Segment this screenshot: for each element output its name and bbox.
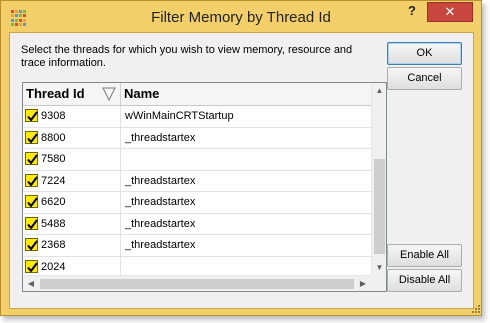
thread-name-cell: _threadstartex [125, 174, 196, 187]
thread-name-cell: _threadstartex [125, 239, 196, 251]
thread-id-text: 7580 [41, 153, 66, 165]
thread-id-cell: 8800 [23, 127, 121, 149]
scroll-corner [371, 275, 386, 291]
thread-checkbox[interactable] [25, 173, 38, 187]
thread-checkbox[interactable] [25, 152, 38, 165]
thread-id-cell: 5488 [23, 213, 121, 235]
check-icon [27, 132, 38, 144]
table-row[interactable]: 7580 [23, 149, 371, 171]
thread-checkbox[interactable] [25, 216, 38, 230]
thread-name-cell: _threadstartex [125, 217, 196, 230]
thread-name-cell: wWinMainCRTStartup [125, 110, 234, 122]
thread-id-text: 9308 [41, 110, 66, 122]
thread-checkbox[interactable] [25, 109, 38, 122]
column-header-thread-id[interactable]: Thread Id [23, 83, 121, 105]
thread-checkbox[interactable] [25, 238, 38, 251]
horizontal-scroll-thumb[interactable] [40, 279, 354, 289]
grid-rows: 9308 wWinMainCRTStartup 8800 _threadstartex… [23, 106, 371, 278]
table-row[interactable]: 5488 _threadstartex [23, 213, 371, 235]
disable-all-button[interactable]: Disable All [387, 269, 462, 292]
vertical-scrollbar[interactable]: ▲ ▼ [371, 83, 386, 275]
vertical-scroll-thumb[interactable] [374, 159, 385, 254]
check-icon [27, 197, 38, 208]
filter-dialog: Filter Memory by Thread Id ? ✕ Select th… [0, 0, 482, 316]
thread-checkbox[interactable] [25, 130, 38, 144]
scroll-up-arrow-icon[interactable]: ▲ [372, 83, 386, 98]
thread-id-text: 5488 [41, 217, 66, 230]
thread-checkbox[interactable] [25, 195, 38, 208]
help-button[interactable]: ? [399, 2, 425, 22]
table-row[interactable]: 7224 _threadstartex [23, 170, 371, 192]
close-button[interactable]: ✕ [427, 2, 473, 22]
dialog-client-area: Select the threads for which you wish to… [9, 32, 474, 309]
thread-id-text: 8800 [41, 131, 66, 144]
table-row[interactable]: 8800 _threadstartex [23, 127, 371, 149]
instructions-text: Select the threads for which you wish to… [21, 44, 353, 69]
title-bar[interactable]: Filter Memory by Thread Id ? ✕ [1, 1, 481, 33]
check-icon [27, 154, 38, 165]
cancel-button[interactable]: Cancel [387, 67, 462, 90]
scroll-left-arrow-icon[interactable]: ◀ [23, 276, 39, 291]
column-header-label: Name [124, 86, 160, 101]
enable-all-button[interactable]: Enable All [387, 244, 462, 267]
table-row[interactable]: 2368 _threadstartex [23, 235, 371, 257]
thread-name-cell [121, 149, 371, 170]
check-icon [27, 218, 38, 230]
ok-button[interactable]: OK [387, 42, 462, 65]
thread-id-cell: 7224 [23, 170, 121, 192]
column-header-label: Thread Id [26, 86, 85, 101]
thread-name-cell: _threadstartex [125, 196, 196, 208]
check-icon [27, 240, 38, 251]
column-header-name[interactable]: Name [121, 83, 371, 105]
thread-grid[interactable]: Thread Id Name 9308 wWinMainCRTStartup 880… [22, 82, 387, 292]
thread-id-text: 7224 [41, 174, 66, 187]
check-icon [27, 261, 38, 273]
thread-id-cell: 6620 [23, 192, 121, 213]
resize-grip-icon[interactable] [471, 304, 481, 314]
thread-id-text: 2368 [41, 239, 66, 251]
thread-name-cell: _threadstartex [125, 131, 196, 144]
scroll-down-arrow-icon[interactable]: ▼ [372, 260, 386, 275]
scroll-right-arrow-icon[interactable]: ▶ [355, 276, 371, 291]
sort-triangle-icon [102, 86, 116, 108]
table-row[interactable]: 6620 _threadstartex [23, 192, 371, 214]
horizontal-scrollbar[interactable]: ◀ ▶ [23, 275, 371, 291]
table-row[interactable]: 9308 wWinMainCRTStartup [23, 106, 371, 128]
thread-checkbox[interactable] [25, 259, 38, 273]
thread-id-text: 6620 [41, 196, 66, 208]
check-icon [27, 111, 38, 122]
check-icon [27, 175, 38, 187]
grid-header: Thread Id Name [23, 83, 371, 106]
thread-id-cell: 9308 [23, 106, 121, 127]
thread-id-cell: 2368 [23, 235, 121, 256]
thread-id-cell: 7580 [23, 149, 121, 170]
